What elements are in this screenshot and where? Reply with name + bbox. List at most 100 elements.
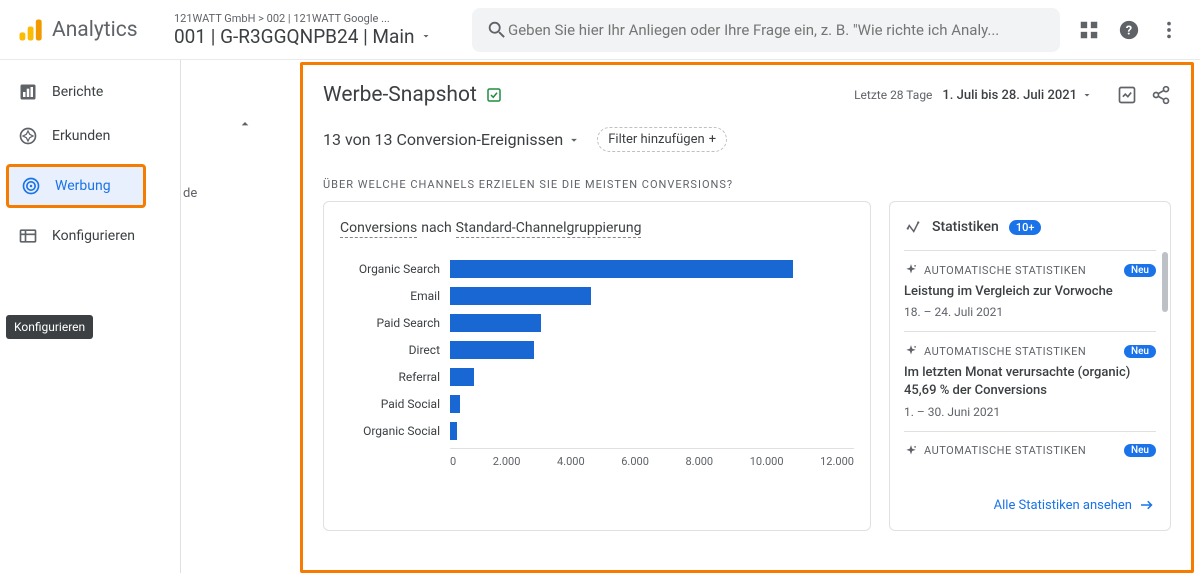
analytics-logo-icon xyxy=(16,16,44,44)
chart-row-label: Organic Social xyxy=(340,424,440,438)
nav-item-berichte[interactable]: Berichte xyxy=(0,70,172,114)
date-range-picker[interactable]: Letzte 28 Tage 1. Juli bis 28. Juli 2021 xyxy=(854,85,1171,105)
svg-text:?: ? xyxy=(1126,23,1132,38)
sparkle-icon xyxy=(904,344,918,358)
chart-bar[interactable] xyxy=(450,314,541,332)
insight-category: AUTOMATISCHE STATISTIKEN xyxy=(904,263,1086,277)
axis-tick: 6.000 xyxy=(621,455,649,468)
view-all-link-wrap: Alle Statistiken ansehen xyxy=(904,486,1156,515)
main-header: Werbe-Snapshot Letzte 28 Tage 1. Juli bi… xyxy=(303,65,1191,115)
filter-btn-label: Filter hinzufügen xyxy=(608,132,704,147)
insight-title: Leistung im Vergleich zur Vorwoche xyxy=(904,283,1156,301)
insight-item[interactable]: AUTOMATISCHE STATISTIKEN Neu Im letzten … xyxy=(904,331,1156,430)
stats-count-badge: 10+ xyxy=(1009,220,1042,235)
chart-row: Organic Search xyxy=(340,260,854,278)
conversions-chart-card: Conversions nach Standard-Channelgruppie… xyxy=(323,201,871,531)
chart-row-label: Paid Search xyxy=(340,316,440,330)
chart-bar[interactable] xyxy=(450,395,460,413)
nav-item-erkunden[interactable]: Erkunden xyxy=(0,114,172,158)
chart-title: Conversions nach Standard-Channelgruppie… xyxy=(340,220,854,238)
axis-tick: 8.000 xyxy=(685,455,713,468)
chart-row: Email xyxy=(340,287,854,305)
axis-tick: 12.000 xyxy=(820,455,854,468)
cards-row: Conversions nach Standard-Channelgruppie… xyxy=(303,201,1191,531)
plus-icon: + xyxy=(709,132,716,147)
arrow-right-icon xyxy=(1138,496,1156,514)
chart-row-label: Direct xyxy=(340,343,440,357)
insight-title: Im letzten Monat verursachte (organic) 4… xyxy=(904,364,1156,400)
chart-bar-track xyxy=(450,341,854,359)
filters-row: 13 von 13 Conversion-Ereignissen Filter … xyxy=(303,115,1191,164)
section-question: ÜBER WELCHE CHANNELS ERZIELEN SIE DIE ME… xyxy=(303,164,1191,201)
insight-date: 1. – 30. Juni 2021 xyxy=(904,405,1156,419)
add-filter-button[interactable]: Filter hinzufügen + xyxy=(597,127,727,152)
view-all-stats-link[interactable]: Alle Statistiken ansehen xyxy=(994,496,1156,514)
stats-card: Statistiken 10+ AUTOMATISCHE STATISTIKEN… xyxy=(889,201,1171,531)
insight-item[interactable]: AUTOMATISCHE STATISTIKEN Neu Leistung im… xyxy=(904,250,1156,331)
search-input[interactable] xyxy=(508,21,1046,39)
view-all-label: Alle Statistiken ansehen xyxy=(994,498,1132,513)
sparkle-icon xyxy=(904,218,922,236)
share-icon[interactable] xyxy=(1151,85,1171,105)
chart-bar-track xyxy=(450,314,854,332)
chart-title-p2: nach xyxy=(421,220,451,238)
chart-row: Referral xyxy=(340,368,854,386)
search-icon xyxy=(486,19,508,41)
search-box[interactable] xyxy=(472,8,1060,52)
sparkle-icon xyxy=(904,263,918,277)
bar-chart-icon xyxy=(18,82,38,102)
sparkle-icon xyxy=(904,444,918,458)
date-text: 1. Juli bis 28. Juli 2021 xyxy=(942,88,1077,103)
chart-row-label: Paid Social xyxy=(340,397,440,411)
chevron-up-icon[interactable] xyxy=(237,116,253,132)
chart-bar[interactable] xyxy=(450,368,474,386)
chart-bar-track xyxy=(450,368,854,386)
axis-tick: 2.000 xyxy=(493,455,521,468)
property-name: 001 | G-R3GGQNPB24 | Main xyxy=(174,25,414,48)
chart-row: Direct xyxy=(340,341,854,359)
nav-label: Berichte xyxy=(52,84,103,100)
insights-icon[interactable] xyxy=(1117,85,1137,105)
scrollbar-thumb[interactable] xyxy=(1162,252,1168,312)
page-title: Werbe-Snapshot xyxy=(323,83,503,107)
chart-bar[interactable] xyxy=(450,341,534,359)
nav-item-werbung[interactable]: Werbung xyxy=(6,164,146,208)
insight-item[interactable]: AUTOMATISCHE STATISTIKEN Neu xyxy=(904,431,1156,476)
axis-tick: 10.000 xyxy=(750,455,784,468)
neu-badge: Neu xyxy=(1124,345,1156,358)
chart-row-label: Organic Search xyxy=(340,262,440,276)
sec-text: de xyxy=(183,186,197,201)
insight-category: AUTOMATISCHE STATISTIKEN xyxy=(904,344,1086,358)
left-nav: Berichte Erkunden Werbung Konfigurieren … xyxy=(0,60,180,573)
explore-icon xyxy=(18,126,38,146)
conversion-events-dropdown[interactable]: 13 von 13 Conversion-Ereignissen xyxy=(323,130,581,149)
chevron-down-icon xyxy=(420,30,432,42)
property-selector[interactable]: 121WATT GmbH > 002 | 121WATT Google ... … xyxy=(164,12,454,48)
nav-item-konfigurieren[interactable]: Konfigurieren xyxy=(0,214,172,258)
date-range-label: Letzte 28 Tage xyxy=(854,88,932,102)
more-vert-icon[interactable] xyxy=(1158,19,1180,41)
secondary-panel: de xyxy=(180,60,265,573)
title-text: Werbe-Snapshot xyxy=(323,83,477,107)
apps-icon[interactable] xyxy=(1078,19,1100,41)
chart-bar-track xyxy=(450,422,854,440)
chart-bar[interactable] xyxy=(450,422,457,440)
main-content: Werbe-Snapshot Letzte 28 Tage 1. Juli bi… xyxy=(300,62,1194,573)
chart-row-label: Email xyxy=(340,289,440,303)
dropdown-label: 13 von 13 Conversion-Ereignissen xyxy=(323,130,563,149)
nav-label: Werbung xyxy=(55,178,111,194)
chart-actions xyxy=(1117,85,1171,105)
table-icon xyxy=(18,226,38,246)
chart-bar[interactable] xyxy=(450,287,591,305)
insight-date: 18. – 24. Juli 2021 xyxy=(904,305,1156,319)
axis-tick: 4.000 xyxy=(557,455,585,468)
stats-title: Statistiken xyxy=(932,219,999,235)
nav-label: Erkunden xyxy=(52,128,110,144)
chart-bar[interactable] xyxy=(450,260,793,278)
logo-text: Analytics xyxy=(52,18,138,42)
app-header: Analytics 121WATT GmbH > 002 | 121WATT G… xyxy=(0,0,1200,60)
chart-row-label: Referral xyxy=(340,370,440,384)
header-actions: ? xyxy=(1078,19,1184,41)
help-icon[interactable]: ? xyxy=(1118,19,1140,41)
chart-title-p1: Conversions xyxy=(340,220,417,238)
